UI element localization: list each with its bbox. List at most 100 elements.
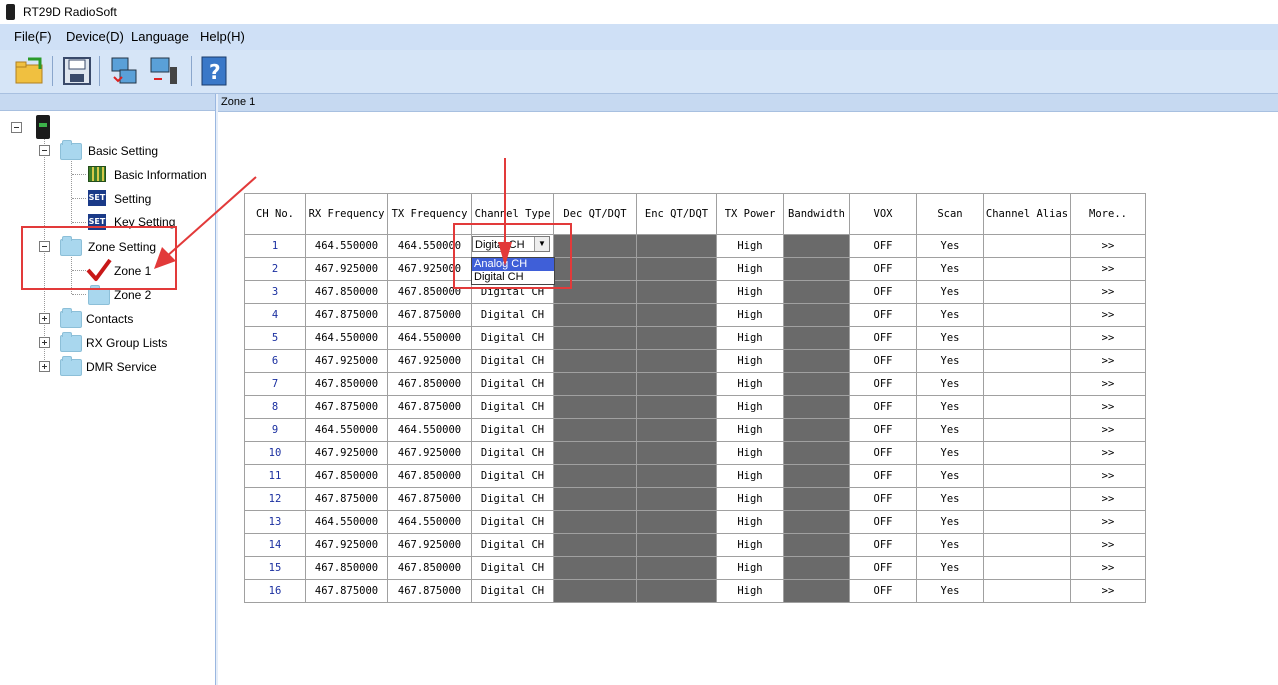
cell-scan[interactable]: Yes	[916, 464, 984, 488]
cell-channel-alias[interactable]	[983, 556, 1071, 580]
column-header[interactable]: Scan	[916, 193, 984, 235]
column-header[interactable]: More..	[1070, 193, 1146, 235]
tree-item-contacts[interactable]: Contacts	[84, 310, 164, 328]
cell-channel-alias[interactable]	[983, 441, 1071, 465]
cell-tx-frequency[interactable]: 464.550000	[387, 510, 472, 534]
cell-scan[interactable]: Yes	[916, 372, 984, 396]
cell-more[interactable]: >>	[1070, 510, 1146, 534]
cell-channel-type[interactable]: Digital CH	[471, 303, 554, 327]
cell-tx-power[interactable]: High	[716, 234, 784, 258]
cell-more[interactable]: >>	[1070, 257, 1146, 281]
cell-vox[interactable]: OFF	[849, 349, 917, 373]
cell-channel-alias[interactable]	[983, 510, 1071, 534]
tree-expand-rx-group-lists[interactable]	[39, 337, 50, 348]
cell-vox[interactable]: OFF	[849, 579, 917, 603]
cell-vox[interactable]: OFF	[849, 234, 917, 258]
write-radio-icon[interactable]	[148, 55, 180, 87]
cell-tx-power[interactable]: High	[716, 487, 784, 511]
cell-scan[interactable]: Yes	[916, 579, 984, 603]
cell-channel-alias[interactable]	[983, 280, 1071, 304]
cell-channel-type[interactable]: Digital CH	[471, 510, 554, 534]
cell-more[interactable]: >>	[1070, 303, 1146, 327]
cell-tx-frequency[interactable]: 467.925000	[387, 441, 472, 465]
cell-tx-frequency[interactable]: 467.875000	[387, 395, 472, 419]
cell-more[interactable]: >>	[1070, 418, 1146, 442]
cell-scan[interactable]: Yes	[916, 556, 984, 580]
cell-channel-alias[interactable]	[983, 303, 1071, 327]
cell-scan[interactable]: Yes	[916, 395, 984, 419]
cell-vox[interactable]: OFF	[849, 556, 917, 580]
tree-collapse-basic-setting[interactable]	[39, 145, 50, 156]
cell-channel-type[interactable]: Digital CH	[471, 464, 554, 488]
cell-rx-frequency[interactable]: 464.550000	[305, 510, 388, 534]
cell-rx-frequency[interactable]: 464.550000	[305, 234, 388, 258]
cell-more[interactable]: >>	[1070, 395, 1146, 419]
cell-tx-power[interactable]: High	[716, 280, 784, 304]
cell-rx-frequency[interactable]: 467.925000	[305, 257, 388, 281]
tree-item-basic-setting[interactable]: Basic Setting	[86, 142, 206, 160]
cell-vox[interactable]: OFF	[849, 372, 917, 396]
cell-tx-frequency[interactable]: 467.925000	[387, 349, 472, 373]
cell-scan[interactable]: Yes	[916, 326, 984, 350]
cell-tx-power[interactable]: High	[716, 326, 784, 350]
cell-channel-alias[interactable]	[983, 464, 1071, 488]
cell-channel-alias[interactable]	[983, 487, 1071, 511]
cell-tx-power[interactable]: High	[716, 441, 784, 465]
cell-channel-type[interactable]: Digital CH	[471, 533, 554, 557]
tree-item-dmr-service[interactable]: DMR Service	[84, 358, 184, 376]
cell-rx-frequency[interactable]: 467.875000	[305, 579, 388, 603]
cell-tx-frequency[interactable]: 467.875000	[387, 487, 472, 511]
tree-expand-dmr-service[interactable]	[39, 361, 50, 372]
help-icon[interactable]: ?	[199, 55, 231, 87]
cell-channel-alias[interactable]	[983, 234, 1071, 258]
cell-channel-alias[interactable]	[983, 418, 1071, 442]
cell-tx-frequency[interactable]: 464.550000	[387, 418, 472, 442]
save-icon[interactable]	[61, 55, 93, 87]
cell-scan[interactable]: Yes	[916, 487, 984, 511]
cell-more[interactable]: >>	[1070, 441, 1146, 465]
cell-more[interactable]: >>	[1070, 372, 1146, 396]
cell-scan[interactable]: Yes	[916, 441, 984, 465]
menu-help[interactable]: Help(H)	[200, 29, 245, 44]
cell-tx-frequency[interactable]: 464.550000	[387, 326, 472, 350]
cell-scan[interactable]: Yes	[916, 349, 984, 373]
cell-channel-alias[interactable]	[983, 372, 1071, 396]
cell-more[interactable]: >>	[1070, 349, 1146, 373]
cell-scan[interactable]: Yes	[916, 533, 984, 557]
cell-scan[interactable]: Yes	[916, 234, 984, 258]
cell-channel-type[interactable]: Digital CH	[471, 395, 554, 419]
cell-rx-frequency[interactable]: 467.850000	[305, 372, 388, 396]
cell-rx-frequency[interactable]: 467.850000	[305, 556, 388, 580]
cell-rx-frequency[interactable]: 467.850000	[305, 464, 388, 488]
column-header[interactable]: TX Power	[716, 193, 784, 235]
cell-tx-power[interactable]: High	[716, 372, 784, 396]
cell-vox[interactable]: OFF	[849, 464, 917, 488]
cell-vox[interactable]: OFF	[849, 303, 917, 327]
cell-channel-type[interactable]: Digital CH	[471, 579, 554, 603]
column-header[interactable]: Channel Alias	[983, 193, 1071, 235]
read-radio-icon[interactable]	[108, 55, 140, 87]
cell-channel-alias[interactable]	[983, 395, 1071, 419]
cell-vox[interactable]: OFF	[849, 257, 917, 281]
cell-tx-power[interactable]: High	[716, 303, 784, 327]
cell-scan[interactable]: Yes	[916, 257, 984, 281]
open-icon[interactable]	[14, 55, 46, 87]
cell-tx-frequency[interactable]: 467.875000	[387, 579, 472, 603]
cell-tx-power[interactable]: High	[716, 418, 784, 442]
cell-rx-frequency[interactable]: 467.850000	[305, 280, 388, 304]
cell-tx-power[interactable]: High	[716, 579, 784, 603]
menu-language[interactable]: Language	[131, 29, 189, 44]
cell-tx-frequency[interactable]: 467.850000	[387, 372, 472, 396]
cell-channel-alias[interactable]	[983, 349, 1071, 373]
cell-rx-frequency[interactable]: 464.550000	[305, 326, 388, 350]
cell-vox[interactable]: OFF	[849, 487, 917, 511]
cell-more[interactable]: >>	[1070, 556, 1146, 580]
cell-channel-type[interactable]: Digital CH	[471, 556, 554, 580]
cell-tx-frequency[interactable]: 467.850000	[387, 464, 472, 488]
cell-tx-power[interactable]: High	[716, 257, 784, 281]
cell-channel-type[interactable]: Digital CH	[471, 326, 554, 350]
cell-tx-frequency[interactable]: 467.850000	[387, 556, 472, 580]
cell-vox[interactable]: OFF	[849, 510, 917, 534]
cell-more[interactable]: >>	[1070, 326, 1146, 350]
cell-tx-power[interactable]: High	[716, 464, 784, 488]
